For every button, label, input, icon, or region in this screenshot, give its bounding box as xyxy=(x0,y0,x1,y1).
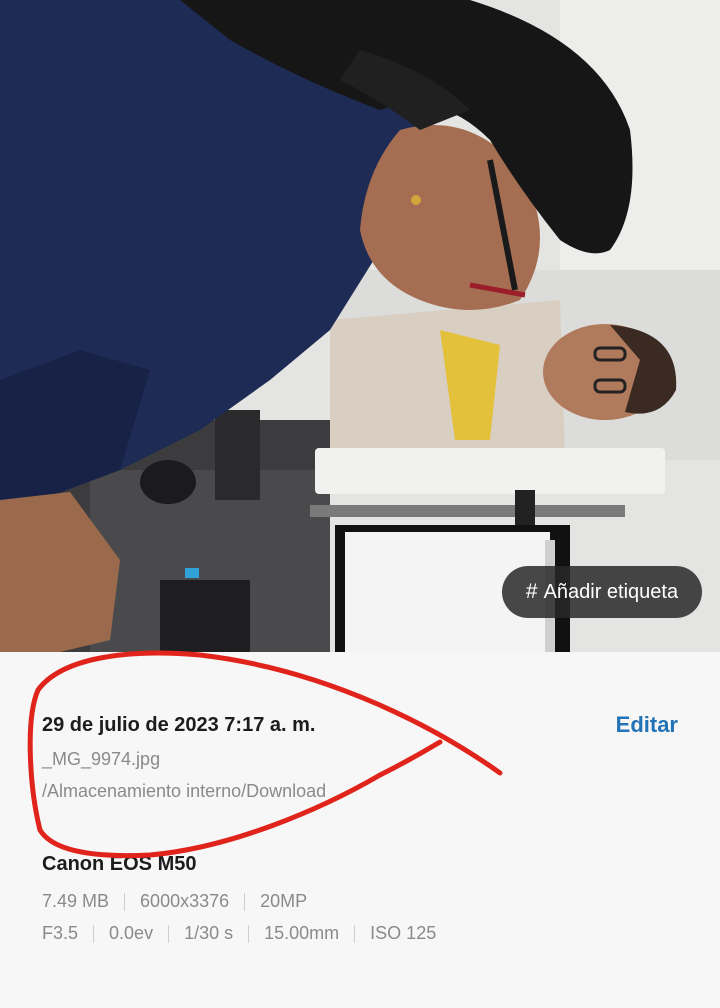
aperture: F3.5 xyxy=(42,923,79,943)
exposure-bias: 0.0ev xyxy=(109,923,154,943)
divider xyxy=(248,924,250,943)
camera-model: Canon EOS M50 xyxy=(42,853,197,875)
file-name: _MG_9974.jpg xyxy=(42,749,161,769)
file-info-row: 7.49 MB 6000x3376 20MP xyxy=(42,891,307,912)
photo-details-panel: 29 de julio de 2023 7:17 a. m. Editar _M… xyxy=(0,652,720,1008)
divider xyxy=(244,892,246,911)
hash-icon: # xyxy=(525,580,538,603)
divider xyxy=(124,892,126,911)
add-tag-button[interactable]: # Añadir etiqueta xyxy=(502,566,702,618)
exif-row: F3.5 0.0ev 1/30 s 15.00mm ISO 125 xyxy=(42,923,436,944)
shutter-speed: 1/30 s xyxy=(184,923,234,943)
divider xyxy=(354,924,356,943)
megapixels: 20MP xyxy=(260,891,308,911)
divider xyxy=(168,924,170,943)
focal-length: 15.00mm xyxy=(264,923,340,943)
file-size: 7.49 MB xyxy=(42,891,110,911)
add-tag-label: Añadir etiqueta xyxy=(543,580,679,603)
iso: ISO 125 xyxy=(370,923,437,943)
file-path: /Almacenamiento interno/Download xyxy=(42,781,327,801)
photo-image xyxy=(0,0,720,652)
resolution: 6000x3376 xyxy=(140,891,230,911)
photo-date: 29 de julio de 2023 7:17 a. m. xyxy=(42,714,316,736)
photo-preview[interactable]: # Añadir etiqueta xyxy=(0,0,720,652)
divider xyxy=(93,924,95,943)
edit-button[interactable]: Editar xyxy=(616,712,678,738)
